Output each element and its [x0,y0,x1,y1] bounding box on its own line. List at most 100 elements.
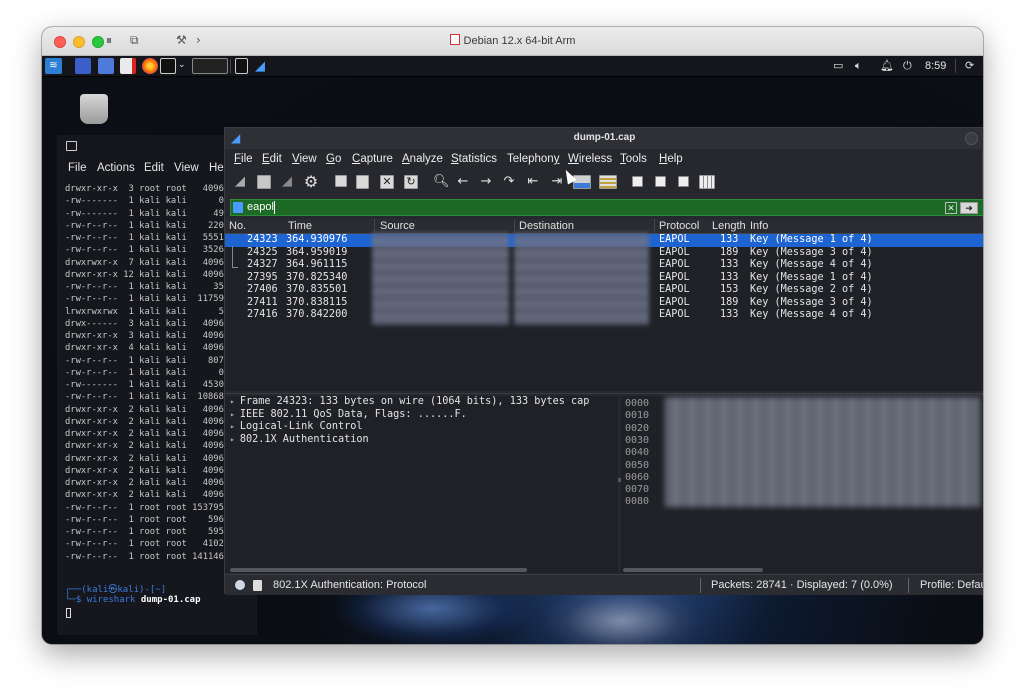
packet-cell-length: 189 [720,296,739,308]
bytes-scrollbar[interactable] [623,568,763,572]
expand-arrow-icon[interactable]: ▸ [230,410,235,419]
expand-arrow-icon[interactable]: ▸ [230,435,235,444]
menu-tools[interactable]: Tools [620,153,647,165]
show-desktop-icon[interactable] [75,58,91,74]
conversation-bracket [232,246,238,268]
column-separator[interactable] [654,219,655,234]
menu-help[interactable]: Help [659,153,683,165]
detail-tree-label: 802.1X Authentication [239,433,369,445]
column-header-no[interactable]: No. [229,220,246,232]
power-icon[interactable]: ⏻ [903,59,912,73]
pane-splitter[interactable] [225,393,983,394]
stop-capture-icon[interactable] [257,175,271,189]
clear-filter-icon[interactable]: ✕ [945,202,957,214]
column-header-protocol[interactable]: Protocol [659,220,699,232]
volume-icon[interactable]: 🔈︎ [855,59,862,73]
terminal-task-icon[interactable] [235,58,248,74]
menu-label-part: ile [241,153,253,165]
column-separator[interactable] [374,219,375,234]
byte-offset: 0040 [625,447,650,459]
refresh-icon[interactable]: ⟳ [965,59,974,72]
detail-tree-label: Frame 24323: 133 bytes on wire (1064 bit… [239,396,590,407]
column-header-time[interactable]: Time [288,220,312,232]
colorize-icon[interactable] [599,175,617,189]
go-back-icon[interactable]: ← [456,172,470,191]
text-editor-icon[interactable] [120,58,136,74]
wireshark-window[interactable]: ◢ dump-01.cap File Edit View Go Capture Analy… [224,127,983,595]
detail-tree-item[interactable]: ▸ Frame 24323: 133 bytes on wire (1064 bi… [230,396,589,409]
terminal-menu-view[interactable]: View [174,162,199,174]
expand-arrow-icon[interactable]: ▸ [230,422,235,431]
zoom-in-icon[interactable] [632,176,643,187]
filter-bookmark-icon[interactable] [233,202,243,213]
zoom-out-icon[interactable] [655,176,666,187]
normal-size-icon[interactable] [678,176,689,187]
kali-menu-icon[interactable]: ≋ [45,58,62,74]
expand-arrow-icon[interactable]: ▸ [230,397,235,406]
start-capture-icon[interactable]: ◢ [231,172,249,191]
detail-tree-item[interactable]: ▸ IEEE 802.11 QoS Data, Flags: ......F. [230,409,467,422]
column-header-info[interactable]: Info [750,220,768,232]
workspace-switcher[interactable] [192,58,228,74]
detail-tree-item[interactable]: ▸ Logical-Link Control [230,421,363,434]
display-filter-input[interactable]: eapol [247,201,274,213]
panel-clock[interactable]: 8:59 [925,60,946,72]
menu-edit[interactable]: Edit [262,153,282,165]
details-scrollbar[interactable] [230,568,527,572]
reload-file-icon[interactable]: ↻ [404,175,418,189]
trash-desktop-icon[interactable] [80,94,108,124]
chevron-down-icon[interactable]: ⌄ [178,60,186,70]
column-header-destination[interactable]: Destination [519,220,574,232]
window-control-button[interactable] [965,132,978,145]
wireshark-title: dump-01.cap [573,132,636,143]
menu-analyze[interactable]: Analyze [402,153,443,165]
redacted-destination-column [514,233,649,325]
status-profile[interactable]: Profile: Defau [920,579,983,591]
menu-statistics[interactable]: Statistics [451,153,497,165]
column-separator[interactable] [514,219,515,234]
display-icon[interactable]: ▭ [833,59,843,72]
terminal-menu-help[interactable]: He [209,162,224,174]
packet-cell-no: 24325 [247,246,278,258]
prompt-command: wireshark [86,595,136,605]
capture-comment-icon[interactable] [253,580,262,591]
open-file-icon[interactable] [335,175,347,187]
terminal-line: drwxr-xr-x 2 kali kali 4096 [65,453,224,464]
terminal-menu-edit[interactable]: Edit [144,162,164,174]
notification-bell-icon[interactable]: 🔔︎ [880,59,894,72]
resize-columns-icon[interactable] [699,175,715,189]
detail-tree-item[interactable]: ▸ 802.1X Authentication [230,434,369,447]
terminal-icon[interactable] [160,58,176,74]
go-to-packet-icon[interactable]: ↷ [502,172,516,191]
file-manager-icon[interactable] [98,58,114,74]
find-packet-icon[interactable]: 🔍︎ [433,172,450,191]
expert-info-icon[interactable] [235,580,245,590]
menu-view[interactable]: View [292,153,317,165]
menu-mnemonic: F [234,153,242,165]
terminal-menu-file[interactable]: File [68,162,87,174]
column-header-length[interactable]: Length [712,220,746,232]
packet-list[interactable]: No. Time Source Destination Protocol Len… [225,219,983,482]
close-file-icon[interactable]: ✕ [380,175,394,189]
restart-capture-icon[interactable]: ◢ [278,172,296,191]
apply-filter-arrow-icon[interactable]: ➜ [960,202,978,214]
terminal-menu-actions[interactable]: Actions [97,162,135,174]
terminal-line: -rw-r--r-- 1 kali kali 0 [65,367,224,378]
display-filter-bar[interactable]: eapol ✕ ➜ [230,199,983,216]
capture-options-icon[interactable]: ⚙ [302,172,320,191]
go-forward-icon[interactable]: → [479,172,493,191]
packet-bytes-pane[interactable]: 0000 0010 0020 0030 0040 0050 0060 0070 0080 [621,396,983,573]
firefox-icon[interactable] [142,58,158,74]
column-header-source[interactable]: Source [380,220,415,232]
menu-telephony[interactable]: Telephony [507,153,559,165]
terminal-line: drwx------ 3 kali kali 4096 [65,318,224,329]
menu-capture[interactable]: Capture [352,153,393,165]
menu-go[interactable]: Go [326,153,341,165]
save-file-icon[interactable] [356,175,369,189]
packet-details-pane[interactable]: ▸ Frame 24323: 133 bytes on wire (1064 bi… [225,396,618,573]
packet-list-header: No. Time Source Destination Protocol Len… [225,219,983,234]
menu-wireless[interactable]: Wireless [568,153,612,165]
menu-file[interactable]: File [234,153,253,165]
wireshark-task-icon[interactable]: ◢ [255,58,271,74]
go-first-packet-icon[interactable]: ⇤ [525,172,541,191]
